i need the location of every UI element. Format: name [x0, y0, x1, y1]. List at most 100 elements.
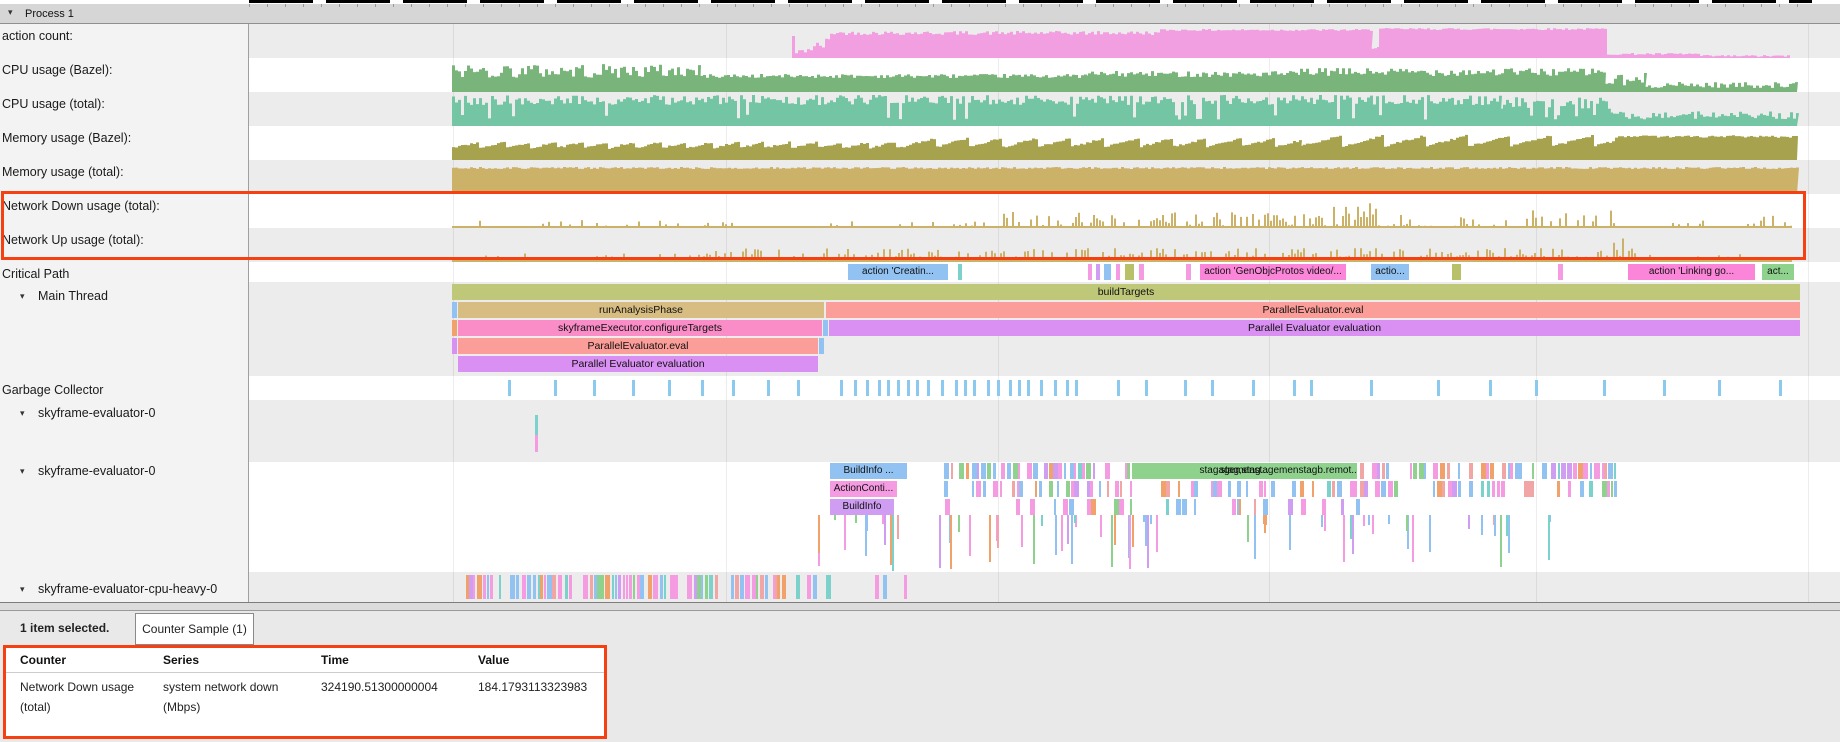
slice-drip[interactable] — [950, 515, 952, 569]
slice[interactable] — [1064, 463, 1066, 479]
slice[interactable] — [813, 575, 817, 599]
slice[interactable] — [674, 575, 678, 599]
slice[interactable] — [1105, 463, 1110, 479]
slice-drip[interactable] — [1343, 515, 1345, 562]
slice[interactable] — [664, 575, 666, 599]
slice[interactable] — [740, 575, 744, 599]
slice[interactable] — [1232, 499, 1236, 515]
slice[interactable] — [1567, 463, 1572, 479]
slice-drip[interactable] — [1100, 515, 1102, 537]
gc-event-tick[interactable] — [1066, 380, 1069, 396]
slice[interactable] — [705, 575, 708, 599]
slice[interactable] — [966, 463, 969, 479]
col-header-series[interactable]: Series — [163, 653, 199, 667]
slice-drip[interactable] — [1041, 515, 1043, 526]
slice-drip[interactable] — [1156, 515, 1158, 552]
slice[interactable] — [981, 463, 986, 479]
slice[interactable] — [527, 575, 531, 599]
slice-buildinfo[interactable]: BuildInfo — [830, 499, 894, 515]
slice[interactable] — [1001, 463, 1005, 479]
gc-event-tick[interactable] — [1489, 380, 1492, 396]
gc-event-tick[interactable] — [964, 380, 967, 396]
gc-event-tick[interactable] — [508, 380, 511, 396]
slice[interactable] — [1520, 463, 1522, 479]
slice[interactable] — [522, 575, 526, 599]
gc-event-tick[interactable] — [1040, 380, 1043, 396]
slice[interactable] — [1090, 481, 1093, 497]
slice-drip[interactable] — [1481, 515, 1483, 535]
slice[interactable] — [1263, 499, 1268, 515]
slice[interactable] — [983, 481, 986, 497]
slice-action-creatin-[interactable]: action 'Creatin... — [848, 264, 948, 280]
slice[interactable] — [1486, 463, 1489, 479]
slice-skyframeexecutor-configuretarg[interactable]: skyframeExecutor.configureTargets — [458, 320, 822, 336]
gc-event-tick[interactable] — [1293, 380, 1296, 396]
slice[interactable] — [1074, 463, 1076, 479]
slice[interactable] — [1125, 264, 1134, 280]
slice-drip[interactable] — [1406, 515, 1408, 531]
slice[interactable] — [1264, 481, 1266, 497]
thread-track-label[interactable]: skyframe-evaluator-0 — [38, 462, 155, 480]
slice-drip[interactable] — [1143, 515, 1145, 522]
slice[interactable] — [1127, 463, 1130, 479]
gc-event-tick[interactable] — [840, 380, 843, 396]
slice-drip[interactable] — [1508, 515, 1510, 553]
gc-event-tick[interactable] — [701, 380, 704, 396]
slice[interactable] — [951, 463, 953, 479]
chart-memory-usage-bazel[interactable] — [249, 126, 1840, 160]
slice[interactable] — [1016, 499, 1020, 515]
slice[interactable] — [796, 575, 800, 599]
slice[interactable] — [1019, 481, 1023, 497]
slice[interactable] — [1424, 463, 1426, 479]
slice[interactable] — [1356, 499, 1360, 515]
slice[interactable] — [944, 481, 948, 497]
slice[interactable] — [1497, 481, 1500, 497]
slice[interactable] — [1360, 463, 1364, 479]
slice[interactable] — [660, 575, 663, 599]
slice[interactable] — [1568, 481, 1571, 497]
slice[interactable] — [1115, 481, 1119, 497]
slice-drip[interactable] — [834, 515, 836, 520]
slice[interactable] — [510, 575, 515, 599]
slice[interactable] — [1088, 264, 1092, 280]
slice[interactable] — [618, 575, 621, 599]
gc-event-tick[interactable] — [1211, 380, 1214, 396]
slice[interactable] — [1107, 481, 1109, 497]
counter-track-label[interactable]: CPU usage (total): — [2, 95, 105, 113]
slice-drip[interactable] — [958, 515, 960, 532]
slice[interactable] — [1186, 264, 1191, 280]
slice[interactable] — [1254, 499, 1256, 515]
slice-drip[interactable] — [1263, 515, 1265, 524]
col-header-time[interactable]: Time — [321, 653, 349, 667]
slice[interactable] — [1082, 463, 1085, 479]
slice-drip[interactable] — [997, 515, 999, 548]
slice[interactable] — [1054, 499, 1056, 515]
slice-drip[interactable] — [1363, 515, 1365, 526]
thread-track-label[interactable]: skyframe-evaluator-cpu-heavy-0 — [38, 580, 217, 598]
slice[interactable] — [765, 575, 768, 599]
slice[interactable] — [623, 575, 625, 599]
slice-drip[interactable] — [892, 515, 894, 571]
slice[interactable] — [1375, 481, 1380, 497]
slice[interactable] — [993, 481, 998, 497]
slice[interactable] — [540, 575, 543, 599]
slice[interactable] — [1394, 481, 1398, 497]
slice-parallel-evaluator-evaluation[interactable]: Parallel Evaluator evaluation — [458, 356, 818, 372]
slice[interactable] — [1058, 463, 1062, 479]
slice-drip[interactable] — [866, 515, 868, 531]
slice[interactable] — [1598, 463, 1600, 479]
slice-drip[interactable] — [884, 515, 886, 545]
slice[interactable] — [883, 575, 887, 599]
slice[interactable] — [976, 481, 981, 497]
slice[interactable] — [565, 575, 568, 599]
slice-drip[interactable] — [1061, 515, 1063, 551]
slice[interactable] — [1481, 481, 1484, 497]
slice[interactable] — [1312, 481, 1314, 497]
slice[interactable] — [583, 575, 588, 599]
slice[interactable] — [1529, 481, 1534, 497]
slice-buildinfo-[interactable]: BuildInfo ... — [830, 463, 907, 479]
slice[interactable] — [1246, 481, 1248, 497]
slice-drip[interactable] — [1150, 515, 1152, 524]
slice[interactable] — [626, 575, 628, 599]
slice[interactable] — [1413, 463, 1417, 479]
